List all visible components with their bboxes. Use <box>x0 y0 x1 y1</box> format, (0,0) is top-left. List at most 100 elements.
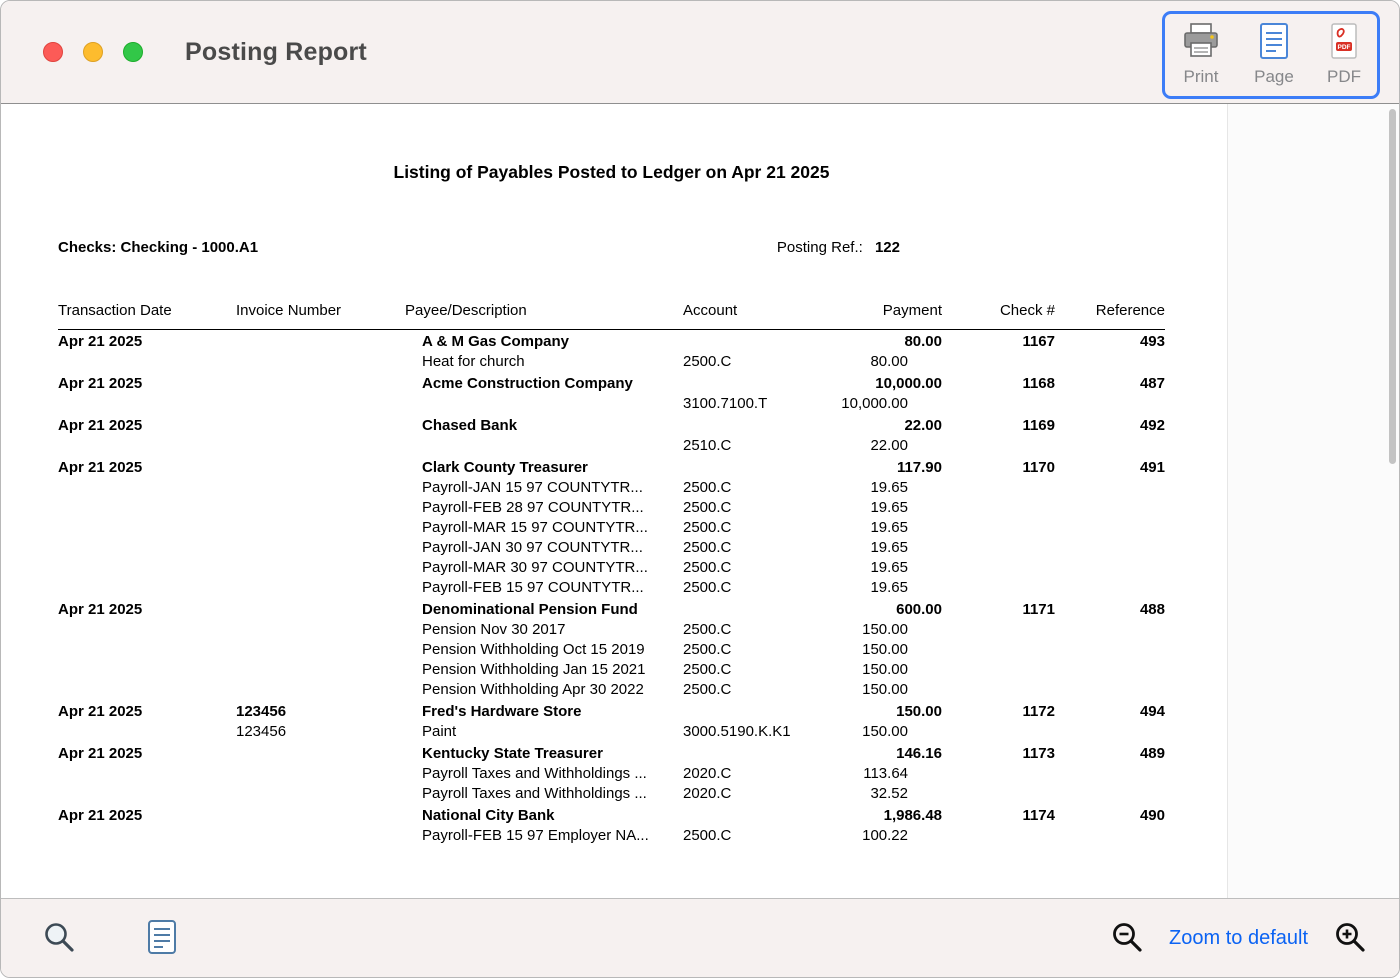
entry-invoice-number <box>236 806 405 826</box>
detail-description: Payroll-FEB 15 97 COUNTYTR... <box>405 578 683 598</box>
entry-check-number: 1170 <box>942 458 1055 478</box>
detail-account: 2500.C <box>683 826 828 846</box>
zoom-out-button[interactable] <box>1111 921 1143 956</box>
entry-account <box>683 600 828 620</box>
detail-amount: 19.65 <box>828 478 942 498</box>
detail-row: Payroll-FEB 15 97 Employer NA...2500.C10… <box>58 826 1165 846</box>
detail-empty-reference <box>1055 764 1165 784</box>
entry-invoice-number <box>236 744 405 764</box>
report-title: Listing of Payables Posted to Ledger on … <box>58 162 1165 183</box>
detail-row: Payroll-JAN 15 97 COUNTYTR...2500.C19.65 <box>58 478 1165 498</box>
posting-ref-value: 122 <box>875 239 900 256</box>
detail-invoice-number <box>236 558 405 578</box>
entry-row: Apr 21 2025Chased Bank22.001169492 <box>58 416 1165 436</box>
detail-invoice-number <box>236 660 405 680</box>
detail-row: Payroll-JAN 30 97 COUNTYTR...2500.C19.65 <box>58 538 1165 558</box>
detail-empty <box>58 680 236 700</box>
entry-row: Apr 21 2025Kentucky State Treasurer146.1… <box>58 744 1165 764</box>
entry-payment: 10,000.00 <box>828 374 942 394</box>
table-body: Apr 21 2025A & M Gas Company80.001167493… <box>58 332 1165 846</box>
detail-empty-check <box>942 436 1055 456</box>
detail-empty-reference <box>1055 558 1165 578</box>
zoom-in-button[interactable] <box>1334 921 1366 956</box>
document-icon <box>147 919 177 958</box>
entry-invoice-number <box>236 600 405 620</box>
entry-account <box>683 806 828 826</box>
detail-invoice-number <box>236 620 405 640</box>
entry-payment: 1,986.48 <box>828 806 942 826</box>
detail-amount: 19.65 <box>828 498 942 518</box>
close-button[interactable] <box>43 42 63 62</box>
entry-account <box>683 332 828 352</box>
detail-empty-reference <box>1055 352 1165 372</box>
entry-date: Apr 21 2025 <box>58 458 236 478</box>
traffic-lights <box>43 42 143 62</box>
detail-amount: 100.22 <box>828 826 942 846</box>
detail-empty-check <box>942 478 1055 498</box>
detail-account: 2500.C <box>683 558 828 578</box>
detail-empty-check <box>942 640 1055 660</box>
detail-description: Heat for church <box>405 352 683 372</box>
entry-payment: 117.90 <box>828 458 942 478</box>
detail-empty-reference <box>1055 518 1165 538</box>
pdf-button[interactable]: PDF PDF <box>1327 22 1361 87</box>
report-text-view-button[interactable] <box>147 919 177 958</box>
report-page: Listing of Payables Posted to Ledger on … <box>1 104 1229 898</box>
detail-account: 3000.5190.K.K1 <box>683 722 828 742</box>
detail-empty-check <box>942 660 1055 680</box>
detail-row: Pension Withholding Jan 15 20212500.C150… <box>58 660 1165 680</box>
detail-empty-reference <box>1055 578 1165 598</box>
detail-empty-reference <box>1055 538 1165 558</box>
detail-empty-reference <box>1055 394 1165 414</box>
detail-empty <box>58 478 236 498</box>
entry-reference: 489 <box>1055 744 1165 764</box>
fullscreen-button[interactable] <box>123 42 143 62</box>
detail-row: Payroll-MAR 15 97 COUNTYTR...2500.C19.65 <box>58 518 1165 538</box>
detail-description: Payroll-MAR 15 97 COUNTYTR... <box>405 518 683 538</box>
magnifier-tool-button[interactable] <box>41 919 77 958</box>
page-icon <box>1258 22 1290 63</box>
detail-row: Pension Withholding Apr 30 20222500.C150… <box>58 680 1165 700</box>
zoom-to-default-link[interactable]: Zoom to default <box>1169 927 1308 950</box>
detail-account: 2510.C <box>683 436 828 456</box>
detail-empty-reference <box>1055 826 1165 846</box>
detail-account: 3100.7100.T <box>683 394 828 414</box>
entry-date: Apr 21 2025 <box>58 744 236 764</box>
detail-invoice-number <box>236 538 405 558</box>
posting-ref: Posting Ref.: 122 <box>777 239 900 256</box>
detail-empty <box>58 578 236 598</box>
pdf-icon: PDF <box>1328 22 1360 63</box>
detail-invoice-number <box>236 764 405 784</box>
entry-payee: National City Bank <box>405 806 683 826</box>
entry-invoice-number <box>236 458 405 478</box>
minimize-button[interactable] <box>83 42 103 62</box>
page-setup-button[interactable]: Page <box>1254 22 1294 87</box>
detail-amount: 19.65 <box>828 518 942 538</box>
detail-empty-reference <box>1055 436 1165 456</box>
detail-row: 2510.C22.00 <box>58 436 1165 456</box>
detail-empty <box>58 352 236 372</box>
detail-description <box>405 394 683 414</box>
detail-amount: 10,000.00 <box>828 394 942 414</box>
bottom-toolbar: Zoom to default <box>1 898 1399 978</box>
zoom-in-icon <box>1334 921 1366 956</box>
entry-date: Apr 21 2025 <box>58 600 236 620</box>
detail-empty-check <box>942 394 1055 414</box>
entry-invoice-number <box>236 416 405 436</box>
detail-invoice-number <box>236 578 405 598</box>
entry-payee: Acme Construction Company <box>405 374 683 394</box>
svg-text:PDF: PDF <box>1337 44 1350 51</box>
print-button[interactable]: Print <box>1181 22 1221 87</box>
detail-description: Payroll-FEB 28 97 COUNTYTR... <box>405 498 683 518</box>
report-meta-row: Checks: Checking - 1000.A1 Posting Ref.:… <box>58 239 1165 256</box>
column-header-payee-description: Payee/Description <box>405 302 683 329</box>
detail-invoice-number <box>236 436 405 456</box>
detail-empty-check <box>942 680 1055 700</box>
vertical-scrollbar[interactable] <box>1389 109 1396 464</box>
detail-account: 2500.C <box>683 538 828 558</box>
detail-amount: 150.00 <box>828 620 942 640</box>
entry-payee: Fred's Hardware Store <box>405 702 683 722</box>
detail-empty <box>58 620 236 640</box>
detail-invoice-number <box>236 518 405 538</box>
entry-row: Apr 21 2025Denominational Pension Fund60… <box>58 600 1165 620</box>
